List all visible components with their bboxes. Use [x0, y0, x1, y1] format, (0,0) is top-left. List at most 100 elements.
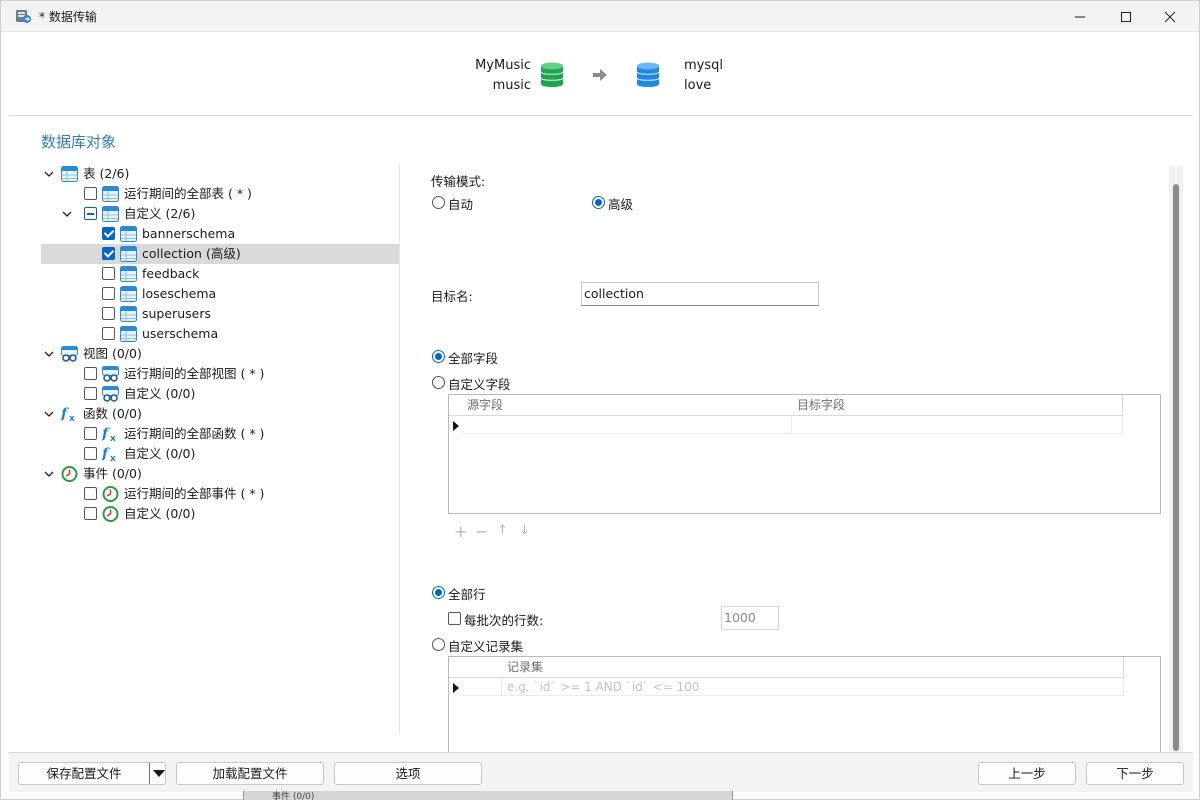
tree-checkbox[interactable] — [84, 207, 97, 220]
recordset-index-cell — [461, 678, 502, 696]
tree-table-collection[interactable]: collection (高级) — [41, 244, 399, 264]
tree-custom-views[interactable]: 自定义 (0/0) — [41, 384, 399, 404]
chevron-down-icon[interactable] — [153, 770, 165, 777]
tree-checkbox[interactable] — [102, 287, 115, 300]
svg-text:x: x — [110, 434, 116, 442]
rows-per-batch-checkbox[interactable] — [448, 612, 461, 625]
object-tree: 表 (2/6) 运行期间的全部表 ( * ) 自定义 (2/6) bannersche… — [41, 164, 399, 524]
view-icon — [102, 386, 119, 402]
move-down-icon[interactable]: ↓ — [519, 523, 530, 538]
mode-auto-radio[interactable] — [432, 196, 445, 209]
target-name-input[interactable]: collection — [581, 282, 819, 306]
save-profile-split-button[interactable]: 保存配置文件 — [18, 762, 166, 785]
tree-events[interactable]: 事件 (0/0) — [41, 464, 399, 484]
tree-checkbox[interactable] — [84, 187, 97, 200]
tree-checkbox[interactable] — [102, 267, 115, 280]
mode-auto-label[interactable]: 自动 — [448, 194, 473, 213]
scrollbar-thumb[interactable] — [1173, 184, 1179, 751]
all-fields-radio[interactable] — [432, 350, 445, 363]
tree-table-bannerschema[interactable]: bannerschema — [41, 224, 399, 244]
rows-per-batch-input[interactable]: 1000 — [721, 606, 779, 630]
tree-custom-functions[interactable]: f x 自定义 (0/0) — [41, 444, 399, 464]
load-profile-button[interactable]: 加载配置文件 — [176, 762, 324, 785]
panel-splitter[interactable] — [399, 164, 400, 734]
tree-checkbox[interactable] — [102, 247, 115, 260]
chevron-down-icon[interactable] — [62, 210, 72, 218]
tree-checkbox[interactable] — [84, 447, 97, 460]
tree-all-tables[interactable]: 运行期间的全部表 ( * ) — [41, 184, 399, 204]
background-window-text: 事件 (0/0) — [272, 792, 315, 800]
next-button[interactable]: 下一步 — [1086, 762, 1184, 785]
tree-node-label: 自定义 (2/6) — [124, 206, 196, 221]
options-button[interactable]: 选项 — [334, 762, 482, 785]
tree-checkbox[interactable] — [84, 427, 97, 440]
tree-checkbox[interactable] — [84, 367, 97, 380]
mode-advanced-label[interactable]: 高级 — [608, 194, 633, 213]
close-button[interactable] — [1147, 1, 1193, 32]
tree-node-label: 视图 (0/0) — [83, 346, 142, 361]
all-fields-label[interactable]: 全部字段 — [448, 348, 498, 367]
target-field-column-header[interactable]: 目标字段 — [791, 395, 1123, 416]
tree-node-label: 运行期间的全部视图 ( * ) — [124, 366, 265, 381]
table-icon — [102, 186, 119, 202]
tree-all-functions[interactable]: f x 运行期间的全部函数 ( * ) — [41, 424, 399, 444]
tree-checkbox[interactable] — [102, 327, 115, 340]
remove-field-icon[interactable]: − — [475, 522, 488, 541]
recordset-grid[interactable]: 记录集 e.g. `id` >= 1 AND `id` <= 100 — [448, 656, 1161, 752]
save-profile-button[interactable]: 保存配置文件 — [19, 763, 149, 784]
source-field-cell[interactable] — [461, 416, 792, 434]
event-icon — [102, 506, 119, 522]
rows-per-batch-label[interactable]: 每批次的行数: — [464, 610, 543, 629]
source-field-column-header[interactable]: 源字段 — [461, 395, 792, 416]
tree-node-label: superusers — [142, 306, 211, 321]
tree-table-loseschema[interactable]: loseschema — [41, 284, 399, 304]
target-info: mysql love — [684, 56, 723, 96]
tree-views[interactable]: 视图 (0/0) — [41, 344, 399, 364]
recordset-condition-cell[interactable]: e.g. `id` >= 1 AND `id` <= 100 — [501, 678, 1124, 696]
data-transfer-window: * 数据传输 MyMusic music mysql love 数据库对象 表 … — [0, 0, 1200, 800]
table-icon — [120, 226, 137, 242]
mode-advanced-radio[interactable] — [592, 196, 605, 209]
section-title: 数据库对象 — [41, 133, 117, 151]
back-button[interactable]: 上一步 — [978, 762, 1076, 785]
tree-checkbox[interactable] — [102, 307, 115, 320]
minimize-button[interactable] — [1057, 1, 1103, 32]
custom-recordset-label[interactable]: 自定义记录集 — [448, 636, 523, 655]
custom-fields-label[interactable]: 自定义字段 — [448, 374, 511, 393]
add-field-icon[interactable]: + — [454, 522, 467, 541]
tree-table-feedback[interactable]: feedback — [41, 264, 399, 284]
table-icon — [120, 246, 137, 262]
options-scrollbar[interactable] — [1169, 166, 1183, 751]
tree-checkbox[interactable] — [84, 507, 97, 520]
all-rows-label[interactable]: 全部行 — [448, 584, 486, 603]
tree-functions[interactable]: f x 函数 (0/0) — [41, 404, 399, 424]
custom-fields-radio[interactable] — [432, 376, 445, 389]
move-up-icon[interactable]: ↑ — [497, 523, 508, 538]
tree-table-userschema[interactable]: userschema — [41, 324, 399, 344]
tree-node-label: loseschema — [142, 286, 217, 301]
target-field-cell[interactable] — [791, 416, 1123, 434]
tree-checkbox[interactable] — [84, 487, 97, 500]
field-mapping-grid[interactable]: 源字段 目标字段 — [448, 394, 1161, 514]
chevron-down-icon[interactable] — [44, 470, 54, 478]
tree-checkbox[interactable] — [102, 227, 115, 240]
chevron-down-icon[interactable] — [44, 170, 54, 178]
tree-table-superusers[interactable]: superusers — [41, 304, 399, 324]
tree-node-label: 运行期间的全部函数 ( * ) — [124, 426, 265, 441]
tree-custom-events[interactable]: 自定义 (0/0) — [41, 504, 399, 524]
recordset-column-header[interactable]: 记录集 — [501, 657, 1124, 678]
view-icon — [61, 346, 78, 362]
tree-custom-tables[interactable]: 自定义 (2/6) — [41, 204, 399, 224]
chevron-down-icon[interactable] — [44, 410, 54, 418]
tree-node-label: 事件 (0/0) — [83, 466, 142, 481]
tree-all-views[interactable]: 运行期间的全部视图 ( * ) — [41, 364, 399, 384]
split-divider — [149, 763, 150, 784]
all-rows-radio[interactable] — [432, 586, 445, 599]
tree-tables[interactable]: 表 (2/6) — [41, 164, 399, 184]
tree-checkbox[interactable] — [84, 387, 97, 400]
tree-node-label: 表 (2/6) — [83, 166, 130, 181]
tree-all-events[interactable]: 运行期间的全部事件 ( * ) — [41, 484, 399, 504]
maximize-button[interactable] — [1103, 1, 1149, 32]
chevron-down-icon[interactable] — [44, 350, 54, 358]
custom-recordset-radio[interactable] — [432, 638, 445, 651]
